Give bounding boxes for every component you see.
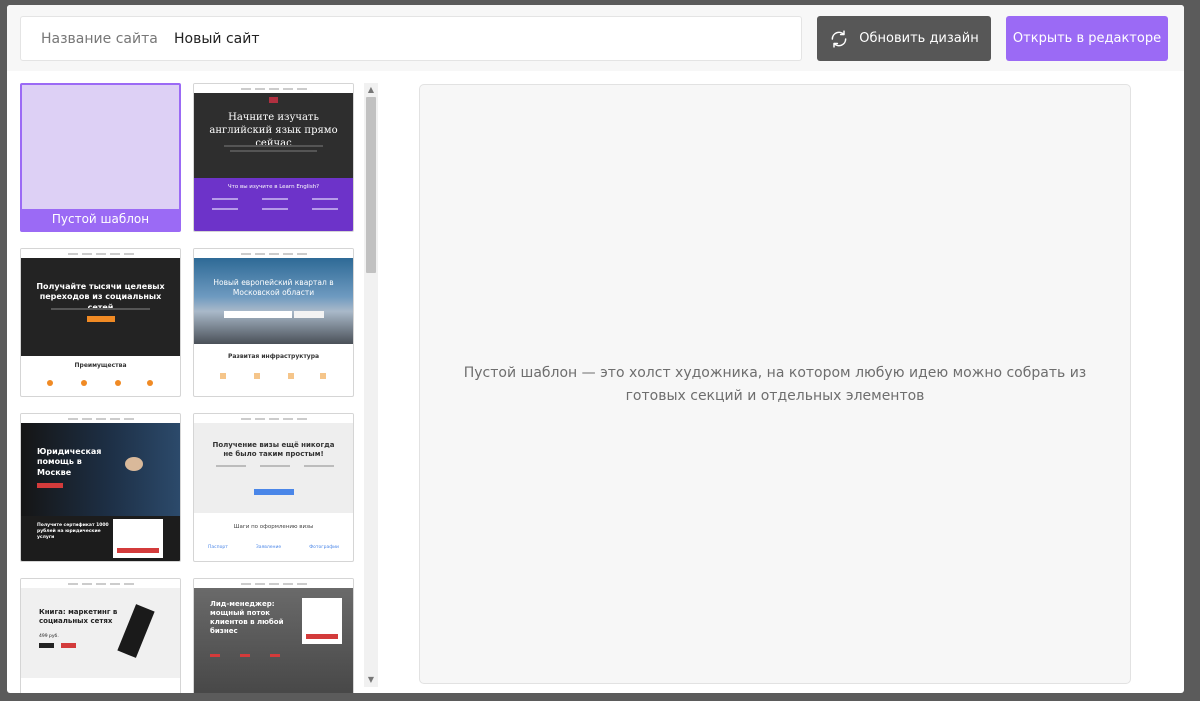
open-in-editor-button[interactable]: Открыть в редакторе [1006,16,1168,61]
site-name-input[interactable] [174,25,774,53]
scroll-down-arrow-icon[interactable]: ▼ [364,675,378,685]
template-english-section: Что вы изучите в Learn English? [194,178,353,231]
template-legal-offer: Получите сертификат 1000 рублей на юриди… [21,516,180,561]
template-english[interactable]: Начните изучать английский язык прямо се… [193,83,354,232]
template-book[interactable]: Книга: маркетинг в социальных сетях 499 … [20,578,181,693]
template-picker-modal: Название сайта Обновить дизайн Открыть в… [7,5,1184,693]
template-lead-title: Лид-менеджер: мощный поток клиентов в лю… [210,600,284,636]
template-legal[interactable]: Юридическая помощь в Москве Получите сер… [20,413,181,562]
template-blank-label: Пустой шаблон [22,209,179,230]
scrollbar-thumb[interactable] [366,97,376,273]
site-name-field: Название сайта [20,16,802,61]
site-name-label: Название сайта [41,31,158,47]
template-book-hero: Книга: маркетинг в социальных сетях 499 … [21,588,180,678]
template-quarter-hero: Новый европейский квартал в Московской о… [194,258,353,344]
template-list: Пустой шаблон Начните изучать английский… [7,71,379,693]
template-quarter-title: Новый европейский квартал в Московской о… [213,278,334,297]
modal-header: Название сайта Обновить дизайн Открыть в… [7,5,1184,71]
template-preview-panel: Пустой шаблон — это холст художника, на … [419,84,1131,684]
template-visa-step: Паспорт [208,545,228,550]
open-in-editor-label: Открыть в редакторе [1012,31,1162,46]
template-social-traffic[interactable]: Получайте тысячи целевых переходов из со… [20,248,181,397]
template-english-hero: Начните изучать английский язык прямо се… [194,93,353,178]
template-book-price: 499 руб. [39,634,59,639]
template-social-hero: Получайте тысячи целевых переходов из со… [21,258,180,356]
template-quarter-section: Развитая инфраструктура [227,353,320,360]
refresh-design-button[interactable]: Обновить дизайн [817,16,991,61]
template-visa-step: Фотографии [309,545,339,550]
template-visa-step: Заявление [255,545,282,550]
template-lead-manager[interactable]: Лид-менеджер: мощный поток клиентов в лю… [193,578,354,693]
scroll-up-arrow-icon[interactable]: ▲ [364,85,378,95]
refresh-icon [831,29,847,48]
template-lead-hero: Лид-менеджер: мощный поток клиентов в лю… [194,588,353,693]
template-visa-title: Получение визы ещё никогда не было таким… [212,441,335,459]
template-book-title: Книга: маркетинг в социальных сетях [39,608,118,626]
template-legal-title: Юридическая помощь в Москве [37,447,102,477]
template-visa-hero: Получение визы ещё никогда не было таким… [194,423,353,513]
template-list-scrollbar[interactable]: ▲ ▼ [364,83,378,687]
template-legal-hero: Юридическая помощь в Москве [21,423,180,516]
refresh-design-label: Обновить дизайн [859,31,979,46]
template-legal-offer-text: Получите сертификат 1000 рублей на юриди… [37,523,109,540]
preview-description: Пустой шаблон — это холст художника, на … [463,365,1087,404]
template-social-section: Преимущества [74,362,127,369]
template-visa-section: Шаги по оформлению визы [233,524,314,530]
template-visa[interactable]: Получение визы ещё никогда не было таким… [193,413,354,562]
template-visa-steps: Паспорт Заявление Фотографии [194,545,353,550]
template-european-quarter[interactable]: Новый европейский квартал в Московской о… [193,248,354,397]
template-english-section-title: Что вы изучите в Learn English? [227,184,320,190]
template-blank[interactable]: Пустой шаблон [20,83,181,232]
